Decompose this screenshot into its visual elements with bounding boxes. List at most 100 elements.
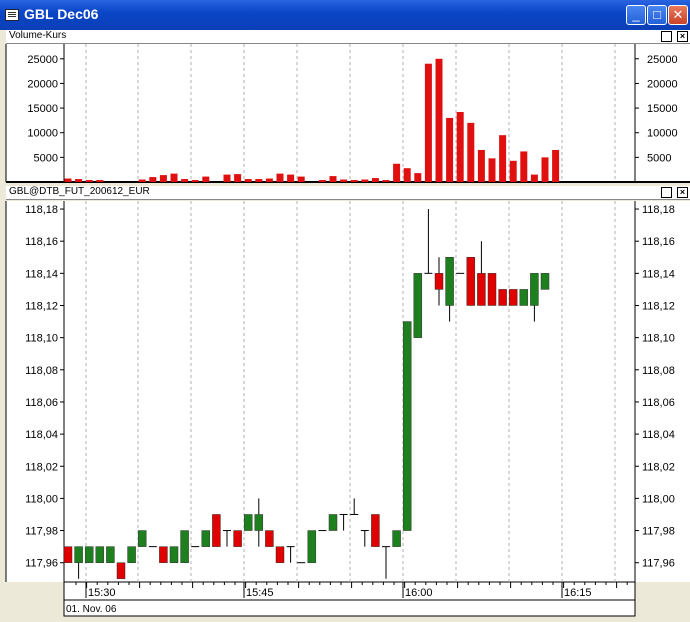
candle-body [233,530,242,547]
candle-body [392,530,401,547]
candle-body [63,546,73,563]
volume-ytick-label-right: 10000 [647,128,678,140]
price-ytick-label-left: 117,98 [25,526,58,538]
time-axis-label: 16:00 [405,587,433,599]
volume-ytick-label-right: 15000 [647,103,678,115]
price-ytick-label-right: 118,04 [642,429,675,441]
volume-bar [244,179,252,182]
candle-body [402,321,412,531]
volume-ytick-label-right: 5000 [647,152,671,164]
candle-body [265,530,274,547]
candle-body [540,273,550,290]
volume-bar [181,179,189,182]
volume-bar [223,174,231,182]
candle-body [84,546,94,563]
time-axis-bg [63,581,636,601]
volume-bar [403,168,411,182]
candle-body [328,514,338,531]
volume-bar [329,176,337,182]
price-ytick-label-left: 118,18 [25,204,58,216]
candle-body [487,273,497,306]
candle-body [371,514,380,547]
volume-bar [488,158,496,182]
candle-body [498,289,507,306]
volume-bar [552,149,560,182]
candle-body [127,546,136,563]
candle-body [74,546,83,563]
volume-bar [414,173,422,182]
volume-bar [467,122,475,182]
price-ytick-label-left: 118,00 [25,493,58,505]
volume-bar [64,178,72,182]
price-ytick-label-right: 118,06 [642,397,675,409]
candle-body [180,530,189,563]
candle-body [159,546,168,563]
volume-bar [509,160,517,182]
volume-bar [350,180,358,182]
price-ytick-label-left: 118,14 [25,268,58,280]
volume-pane-bg [6,44,690,182]
price-ytick-label-left: 118,04 [25,429,58,441]
date-bar [63,599,636,617]
candle-body [477,273,486,306]
volume-bar [287,174,295,182]
volume-ytick-label-left: 10000 [27,128,58,140]
candle-body [519,289,529,306]
volume-ytick-label-right: 20000 [647,78,678,90]
volume-ytick-label-left: 20000 [27,78,58,90]
volume-ytick-label-left: 5000 [34,152,58,164]
volume-bar [265,178,273,182]
volume-bar [424,63,432,182]
candle-body [275,546,285,563]
volume-bar [96,180,104,182]
price-ytick-label-right: 117,96 [642,558,675,570]
volume-bar [170,173,178,182]
candle-body [413,273,423,338]
price-ytick-label-right: 117,98 [642,526,675,538]
candle-body [466,257,476,306]
volume-bar [446,117,454,182]
price-ytick-label-right: 118,10 [642,333,675,345]
price-ytick-label-right: 118,02 [642,461,675,473]
volume-bar [202,176,210,182]
candle-body [201,530,211,547]
candle-body [95,546,105,563]
price-ytick-label-right: 118,16 [642,236,675,248]
volume-bar [159,175,167,182]
price-ytick-label-left: 117,96 [25,558,58,570]
volume-bar [276,173,284,182]
volume-bar [456,112,464,182]
volume-bar [477,149,485,182]
price-ytick-label-left: 118,06 [25,397,58,409]
volume-bar [499,135,507,182]
volume-bar [297,176,305,182]
volume-bar [435,58,443,182]
price-ytick-label-right: 118,00 [642,493,675,505]
time-axis-label: 15:45 [246,587,274,599]
price-ytick-label-right: 118,08 [642,365,675,377]
volume-ytick-label-left: 25000 [27,54,58,66]
candle-body [508,289,518,306]
price-pane-bg [6,201,690,582]
price-ytick-label-left: 118,08 [25,365,58,377]
candle-body [169,546,179,563]
volume-ytick-label-left: 15000 [27,103,58,115]
price-ytick-label-left: 118,02 [25,461,58,473]
volume-bar [530,174,538,182]
candle-body [434,273,444,290]
candle-body [116,562,126,580]
volume-bar [520,151,528,182]
price-ytick-label-left: 118,12 [25,300,58,312]
volume-ytick-label-right: 25000 [647,54,678,66]
volume-bar [393,163,401,182]
time-axis-label: 15:30 [88,587,116,599]
volume-bar [318,180,326,182]
price-ytick-label-left: 118,16 [25,236,58,248]
price-ytick-label-right: 118,12 [642,300,675,312]
candle-body [254,514,264,531]
price-ytick-label-left: 118,10 [25,333,58,345]
volume-bar [75,179,83,182]
volume-bar [234,174,242,182]
volume-bar [149,177,157,182]
price-ytick-label-right: 118,14 [642,268,675,280]
